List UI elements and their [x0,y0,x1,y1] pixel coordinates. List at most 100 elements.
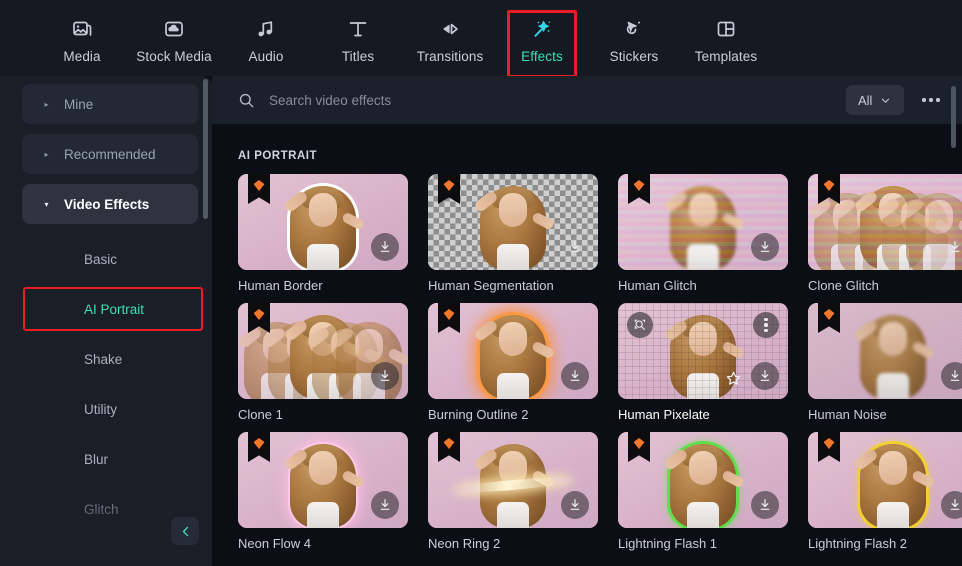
download-button[interactable] [371,362,399,390]
premium-diamond-icon [253,309,265,320]
transitions-arrows-icon [437,16,463,42]
download-button[interactable] [561,233,589,261]
effect-card[interactable]: Lightning Flash 1 [618,432,788,551]
sidebar-scrollbar-thumb[interactable] [203,79,208,219]
media-image-icon [69,16,95,42]
sidebar-item-basic[interactable]: Basic [22,234,198,284]
sidebar-item-label: AI Portrait [84,301,145,317]
caret-right-icon: ▸ [44,149,49,159]
effect-name-label: Human Pixelate [618,407,710,422]
download-icon [380,370,390,381]
download-button[interactable] [941,233,962,261]
effect-card[interactable]: Human Glitch [618,174,788,293]
dot [764,323,768,327]
download-icon [950,499,960,510]
effect-thumbnail[interactable] [428,174,598,270]
effects-grid-scroll-area: AI PORTRAIT Human Border Human Segmentat… [212,124,962,566]
effect-name-label: Human Segmentation [428,278,554,293]
sidebar-item-blur[interactable]: Blur [22,434,198,484]
tab-stickers[interactable]: Stickers [588,12,680,64]
tab-effects[interactable]: Effects [496,10,588,78]
sidebar-group-recommended[interactable]: ▸ Recommended [22,134,198,174]
download-icon [570,370,580,381]
effect-card[interactable]: Clone Glitch [808,174,962,293]
caret-down-icon: ▾ [44,199,49,209]
tab-label: Stock Media [136,49,212,64]
dot [764,329,768,333]
download-button[interactable] [561,491,589,519]
effect-card[interactable]: Human Border [238,174,408,293]
download-icon [380,499,390,510]
effect-card[interactable]: Human Segmentation [428,174,598,293]
premium-diamond-icon [443,180,455,191]
effect-card[interactable]: Lightning Flash 2 [808,432,962,551]
chevron-left-icon [182,526,188,536]
sidebar-group-mine[interactable]: ▸ Mine [22,84,198,124]
download-button[interactable] [561,362,589,390]
effect-card[interactable]: Burning Outline 2 [428,303,598,422]
effect-thumbnail[interactable] [618,432,788,528]
tab-audio[interactable]: Audio [220,12,312,64]
sidebar-item-label: Utility [84,401,117,417]
download-icon [760,241,770,252]
download-button[interactable] [751,491,779,519]
tab-label: Effects [521,49,563,64]
chevron-down-icon [882,98,890,103]
effect-card[interactable]: Neon Flow 4 [238,432,408,551]
effects-grid-scrollbar-thumb[interactable] [951,86,956,148]
tab-titles[interactable]: Titles [312,12,404,64]
effect-thumbnail[interactable] [808,432,962,528]
figure-face [879,450,907,485]
tab-label: Titles [341,49,375,64]
sidebar-group-label: Recommended [64,146,156,162]
effects-magic-wand-icon [529,16,555,42]
effect-thumbnail[interactable] [618,303,788,399]
effect-card[interactable]: Human Noise [808,303,962,422]
sidebar-group-video-effects[interactable]: ▾ Video Effects [22,184,198,224]
tab-templates[interactable]: Templates [680,12,772,64]
preview-button[interactable] [627,312,653,338]
premium-diamond-icon [443,309,455,320]
effect-card[interactable]: Human Pixelate [618,303,788,422]
content-bottom-fade [212,550,962,566]
sidebar-item-ai-portrait[interactable]: AI Portrait [22,284,203,334]
effect-card[interactable]: Clone 1 [238,303,408,422]
collapse-sidebar-button[interactable] [171,517,199,545]
download-icon [950,241,960,252]
effect-thumbnail[interactable] [238,174,408,270]
effect-thumbnail[interactable] [428,303,598,399]
effect-name-label: Human Noise [808,407,887,422]
sidebar-item-utility[interactable]: Utility [22,384,198,434]
effect-thumbnail[interactable] [808,174,962,270]
sidebar-item-label: Blur [84,451,109,467]
effect-thumbnail[interactable] [618,174,788,270]
effect-thumbnail[interactable] [238,432,408,528]
download-button[interactable] [371,491,399,519]
effects-browser-panel: All AI PORTRAIT Human Border [212,76,962,566]
effect-thumbnail[interactable] [428,432,598,528]
tab-stock-media[interactable]: Stock Media [128,12,220,64]
sidebar-item-shake[interactable]: Shake [22,334,198,384]
download-icon [570,499,580,510]
tab-label: Stickers [609,49,659,64]
download-button[interactable] [371,233,399,261]
more-options-button[interactable] [914,85,948,115]
sidebar-group-label: Video Effects [64,196,150,212]
download-button[interactable] [751,233,779,261]
card-menu-button[interactable] [753,312,779,338]
premium-diamond-icon [823,309,835,320]
tab-media[interactable]: Media [36,12,128,64]
effect-thumbnail[interactable] [238,303,408,399]
effect-thumbnail[interactable] [808,303,962,399]
download-button[interactable] [751,362,779,390]
filter-dropdown[interactable]: All [846,85,904,115]
download-button[interactable] [941,491,962,519]
figure-face [309,192,337,227]
dot [922,98,926,102]
download-button[interactable] [941,362,962,390]
tab-label: Transitions [416,49,484,64]
effect-card[interactable]: Neon Ring 2 [428,432,598,551]
search-input[interactable] [269,92,846,108]
favorite-button[interactable] [721,366,745,390]
tab-transitions[interactable]: Transitions [404,12,496,64]
